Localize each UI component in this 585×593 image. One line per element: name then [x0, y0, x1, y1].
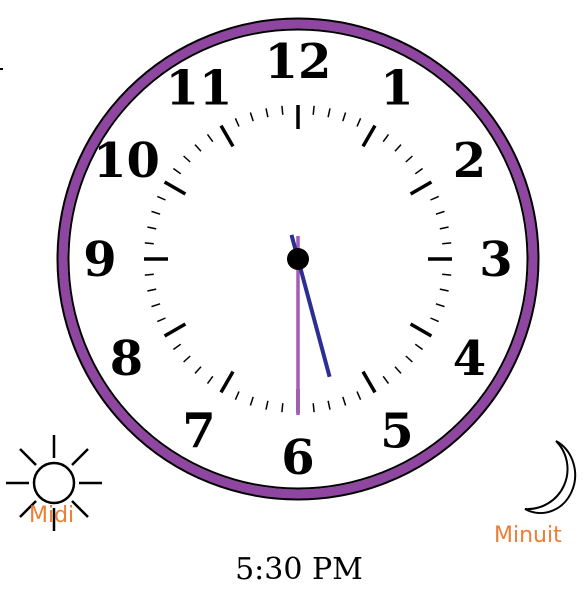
numeral-1: 1 [380, 61, 413, 117]
numeral-4: 4 [453, 331, 486, 387]
numeral-7: 7 [182, 404, 215, 460]
numeral-3: 3 [479, 232, 512, 288]
numeral-8: 8 [110, 331, 143, 387]
noon-label: Midi [29, 503, 75, 528]
analog-clock: 12 12 3 45 6 78 9 1011 [6, 17, 577, 531]
center-pin [287, 248, 309, 270]
minute-tick [281, 105, 284, 115]
minute-tick [312, 403, 315, 413]
minute-tick [442, 242, 452, 245]
minute-tick [281, 403, 284, 413]
minute-tick [144, 273, 154, 276]
time-caption: 5:30 PM [235, 552, 363, 587]
midnight-label: Minuit [494, 523, 562, 548]
numeral-6: 6 [281, 430, 314, 486]
crescent-moon-icon [524, 440, 577, 514]
numeral-5: 5 [380, 404, 413, 460]
numeral-11: 11 [166, 61, 233, 117]
numeral-12: 12 [265, 34, 332, 90]
numeral-9: 9 [83, 232, 116, 288]
minute-tick [442, 273, 452, 276]
minute-tick [144, 242, 154, 245]
minute-tick [312, 105, 315, 115]
numeral-2: 2 [453, 133, 486, 189]
numeral-10: 10 [93, 133, 160, 189]
